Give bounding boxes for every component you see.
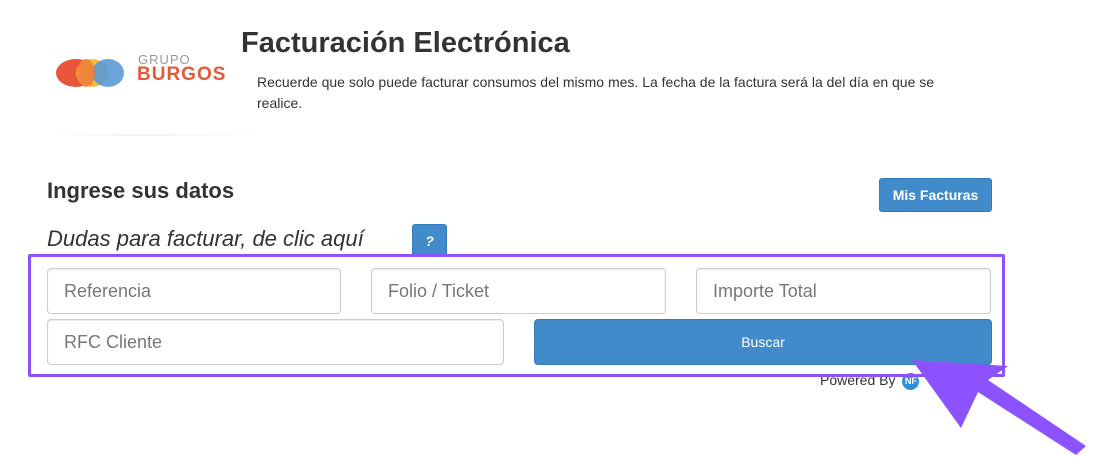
- mis-facturas-button[interactable]: Mis Facturas: [879, 178, 992, 212]
- buscar-button[interactable]: Buscar: [534, 319, 992, 365]
- help-text: Dudas para facturar, de clic aquí: [47, 226, 364, 251]
- nf-logo-icon: NF: [902, 372, 920, 390]
- section-title: Ingrese sus datos: [47, 178, 235, 203]
- importe-total-input[interactable]: [696, 268, 991, 314]
- page-title: Facturación Electrónica: [241, 27, 570, 59]
- logo-mark-icon: [56, 59, 124, 87]
- powered-by-text: Powered By: [820, 372, 896, 388]
- referencia-input[interactable]: [47, 268, 341, 314]
- logo-divider: [52, 134, 262, 136]
- logo-text-big: BURGOS: [137, 64, 227, 85]
- powered-by: Powered By NF: [820, 372, 920, 390]
- brand-logo: GRUPO BURGOS: [48, 48, 262, 136]
- billing-notice: Recuerde que solo puede facturar consumo…: [257, 74, 935, 111]
- rfc-cliente-input[interactable]: [47, 319, 504, 365]
- help-button[interactable]: ?: [412, 224, 447, 257]
- folio-ticket-input[interactable]: [371, 268, 666, 314]
